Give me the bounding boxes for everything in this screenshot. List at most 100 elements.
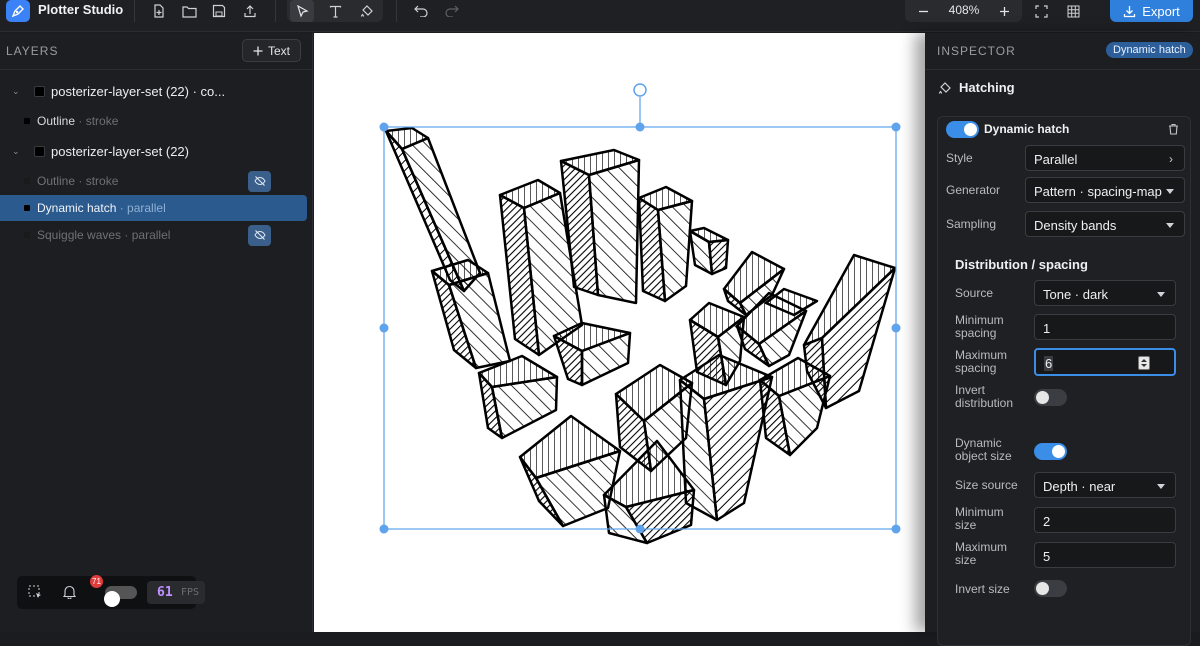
layer-color-swatch bbox=[34, 85, 45, 97]
layer-group-label: posterizer-layer-set (22) · co... bbox=[51, 83, 226, 99]
caret-down-icon bbox=[1157, 292, 1165, 297]
bell-icon[interactable] bbox=[57, 581, 81, 603]
layer-row[interactable]: Squiggle waves · parallel bbox=[0, 222, 307, 248]
hatching-section-header: Hatching bbox=[938, 80, 1015, 95]
top-toolbar: Plotter Studio 408% Export bbox=[0, 0, 1200, 32]
zoom-level: 408% bbox=[948, 3, 980, 17]
dynamic-size-label: Dynamic object size bbox=[955, 436, 1012, 463]
export-button[interactable]: Export bbox=[1110, 0, 1193, 22]
caret-down-icon bbox=[1157, 484, 1165, 489]
fps-value: 61 bbox=[157, 585, 173, 600]
generator-label: Generator bbox=[946, 183, 1001, 197]
layer-row[interactable]: Outline · stroke bbox=[0, 108, 307, 134]
download-icon bbox=[1124, 5, 1136, 17]
chevron-down-icon[interactable]: ⌄ bbox=[12, 86, 20, 97]
grid-icon[interactable] bbox=[1061, 0, 1085, 22]
layer-group-row[interactable]: ⌄ posterizer-layer-set (22) bbox=[0, 138, 307, 164]
style-select[interactable]: Parallel › bbox=[1025, 145, 1185, 171]
source-value: Tone · dark bbox=[1043, 287, 1109, 302]
new-file-icon[interactable] bbox=[147, 0, 171, 22]
distribution-title: Distribution / spacing bbox=[955, 257, 1088, 272]
trash-icon[interactable] bbox=[1168, 122, 1179, 140]
zoom-out-button[interactable] bbox=[911, 0, 935, 22]
notification-badge: 71 bbox=[90, 575, 103, 588]
resize-handle[interactable] bbox=[891, 524, 901, 534]
style-label: Style bbox=[946, 151, 973, 165]
layer-color-dot bbox=[24, 178, 30, 184]
max-size-label: Maximum size bbox=[955, 540, 1008, 567]
upload-icon[interactable] bbox=[238, 0, 262, 22]
size-source-select[interactable]: Depth · near bbox=[1034, 472, 1176, 498]
section-title: Hatching bbox=[959, 80, 1015, 95]
layer-row-selected[interactable]: Dynamic hatch · parallel bbox=[0, 195, 307, 221]
layer-label: Outline · stroke bbox=[37, 114, 119, 128]
effect-enable-toggle[interactable] bbox=[946, 121, 979, 138]
layer-label: Outline · stroke bbox=[37, 174, 119, 188]
resize-handle[interactable] bbox=[635, 122, 645, 132]
layers-panel: LAYERS Text ⌄ posterizer-layer-set (22) … bbox=[0, 33, 313, 632]
undo-icon[interactable] bbox=[409, 0, 433, 22]
sampling-select[interactable]: Density bands bbox=[1025, 211, 1185, 237]
layers-title: LAYERS bbox=[6, 44, 59, 58]
caret-down-icon bbox=[1166, 223, 1174, 228]
source-select[interactable]: Tone · dark bbox=[1034, 280, 1176, 306]
layer-color-swatch bbox=[34, 145, 45, 157]
effect-card: Dynamic hatch Style Parallel › Generator… bbox=[937, 116, 1191, 646]
layer-label: Squiggle waves · parallel bbox=[37, 228, 171, 242]
resize-handle[interactable] bbox=[379, 323, 389, 333]
generator-select[interactable]: Pattern · spacing-map bbox=[1025, 177, 1185, 203]
hatch-artwork[interactable] bbox=[314, 33, 925, 632]
canvas[interactable] bbox=[314, 33, 925, 632]
invert-size-toggle[interactable] bbox=[1034, 580, 1067, 597]
eye-hidden-icon[interactable] bbox=[248, 170, 271, 192]
save-icon[interactable] bbox=[207, 0, 231, 22]
sampling-label: Sampling bbox=[946, 217, 997, 231]
sampling-value: Density bands bbox=[1034, 218, 1117, 233]
max-spacing-input[interactable]: 6 bbox=[1034, 348, 1176, 376]
chevron-down-icon[interactable]: ⌄ bbox=[12, 146, 20, 157]
generator-value: Pattern · spacing-map bbox=[1034, 184, 1162, 199]
add-text-button[interactable]: Text bbox=[242, 39, 301, 62]
invert-distribution-toggle[interactable] bbox=[1034, 389, 1067, 406]
select-pointer-icon[interactable] bbox=[290, 0, 314, 22]
rotate-handle[interactable] bbox=[633, 83, 647, 97]
zoom-in-button[interactable] bbox=[992, 0, 1016, 22]
text-tool-icon[interactable] bbox=[323, 0, 347, 22]
selection-marquee-icon[interactable] bbox=[23, 581, 47, 603]
toggle-knob bbox=[104, 591, 120, 607]
tool-group bbox=[287, 0, 383, 22]
redo-icon[interactable] bbox=[440, 0, 464, 22]
fit-screen-icon[interactable] bbox=[1029, 0, 1053, 22]
min-size-input[interactable]: 2 bbox=[1034, 507, 1176, 533]
open-folder-icon[interactable] bbox=[177, 0, 201, 22]
app-title: Plotter Studio bbox=[38, 2, 124, 17]
fps-counter: 61 FPS bbox=[147, 581, 205, 604]
caret-down-icon bbox=[1166, 189, 1174, 194]
fill-bucket-icon bbox=[938, 81, 951, 94]
add-text-label: Text bbox=[267, 43, 290, 58]
fill-bucket-icon[interactable] bbox=[355, 0, 379, 22]
resize-handle[interactable] bbox=[891, 323, 901, 333]
eye-hidden-icon[interactable] bbox=[248, 224, 271, 246]
chevron-right-icon: › bbox=[1169, 152, 1173, 166]
resize-handle[interactable] bbox=[379, 524, 389, 534]
min-spacing-input[interactable]: 1 bbox=[1034, 314, 1176, 340]
selected-layer-badge: Dynamic hatch bbox=[1106, 42, 1193, 58]
max-size-input[interactable]: 5 bbox=[1034, 542, 1176, 568]
inspector-panel: INSPECTOR Dynamic hatch Hatching Dynamic… bbox=[925, 33, 1200, 646]
number-stepper[interactable] bbox=[1138, 356, 1150, 370]
layer-label: Dynamic hatch · parallel bbox=[37, 201, 166, 215]
resize-handle[interactable] bbox=[379, 122, 389, 132]
max-spacing-label: Maximum spacing bbox=[955, 348, 1008, 375]
layer-group-row[interactable]: ⌄ posterizer-layer-set (22) · co... bbox=[0, 78, 307, 104]
source-label: Source bbox=[955, 286, 994, 300]
layer-row[interactable]: Outline · stroke bbox=[0, 168, 307, 194]
resize-handle[interactable] bbox=[635, 524, 645, 534]
dynamic-size-toggle[interactable] bbox=[1034, 443, 1067, 460]
performance-toggle[interactable] bbox=[104, 586, 137, 607]
max-spacing-value: 6 bbox=[1044, 356, 1054, 371]
layer-color-dot bbox=[24, 232, 30, 238]
min-spacing-label: Minimum spacing bbox=[955, 313, 1004, 340]
resize-handle[interactable] bbox=[891, 122, 901, 132]
export-label: Export bbox=[1142, 3, 1180, 19]
